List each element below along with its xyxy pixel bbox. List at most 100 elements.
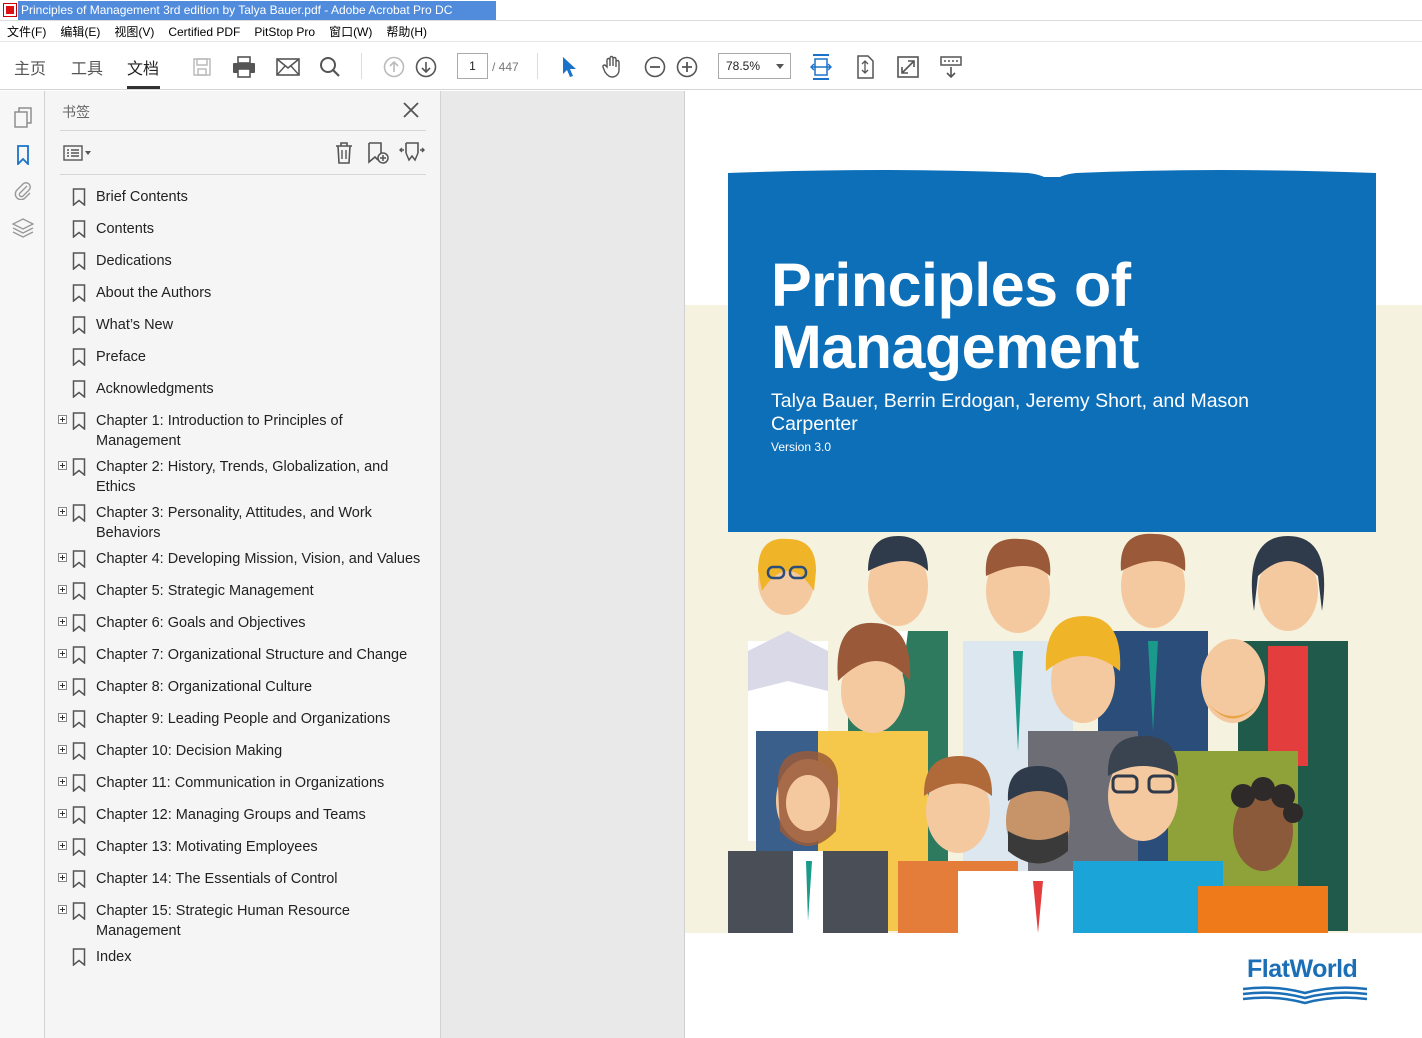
zoom-out-icon[interactable]	[641, 53, 669, 81]
bookmark-item[interactable]: What’s New	[45, 314, 441, 346]
page-number-input[interactable]: 1	[457, 53, 488, 79]
bookmark-label: Chapter 7: Organizational Structure and …	[96, 647, 408, 663]
bookmark-label: Chapter 3: Personality, Attitudes, and W…	[96, 505, 372, 541]
print-icon[interactable]	[230, 53, 258, 81]
bookmark-icon	[72, 550, 86, 568]
bookmark-label: What’s New	[96, 317, 174, 333]
delete-bookmark-icon[interactable]	[331, 140, 357, 166]
panel-divider	[60, 130, 426, 131]
expand-plus-icon[interactable]	[58, 777, 67, 786]
bookmark-label: Chapter 9: Leading People and Organizati…	[96, 711, 391, 727]
bookmark-label: Chapter 11: Communication in Organizatio…	[96, 775, 385, 791]
layers-icon[interactable]	[11, 216, 35, 240]
expand-plus-icon[interactable]	[58, 841, 67, 850]
bookmark-item[interactable]: Chapter 4: Developing Mission, Vision, a…	[45, 548, 441, 580]
full-screen-icon[interactable]	[894, 53, 922, 81]
select-cursor-icon[interactable]	[555, 53, 583, 81]
menu-pitstop-pro[interactable]: PitStop Pro	[247, 25, 322, 39]
menu-file[interactable]: 文件(F)	[0, 23, 53, 40]
bookmark-item[interactable]: Chapter 3: Personality, Attitudes, and W…	[45, 502, 441, 548]
bookmark-icon	[72, 806, 86, 824]
expand-bookmark-icon[interactable]	[399, 140, 425, 166]
bookmark-icon	[72, 316, 86, 334]
bookmark-label: Chapter 10: Decision Making	[96, 743, 283, 759]
bookmark-label: Chapter 12: Managing Groups and Teams	[96, 807, 366, 823]
page-thumbnails-icon[interactable]	[11, 106, 35, 130]
menu-view[interactable]: 视图(V)	[107, 23, 161, 40]
menu-help[interactable]: 帮助(H)	[379, 23, 434, 40]
bookmark-item[interactable]: Index	[45, 946, 441, 978]
new-bookmark-icon[interactable]	[365, 140, 391, 166]
expand-plus-icon[interactable]	[58, 415, 67, 424]
cover-title: Principles of Management	[771, 251, 1139, 381]
expand-plus-icon[interactable]	[58, 507, 67, 516]
fit-page-icon[interactable]	[851, 53, 879, 81]
bookmark-item[interactable]: Chapter 8: Organizational Culture	[45, 676, 441, 708]
bookmark-item[interactable]: Preface	[45, 346, 441, 378]
bookmark-item[interactable]: Chapter 5: Strategic Management	[45, 580, 441, 612]
bookmark-icon	[72, 188, 86, 206]
bookmark-item[interactable]: Chapter 15: Strategic Human Resource Man…	[45, 900, 441, 946]
expand-plus-icon[interactable]	[58, 553, 67, 562]
window-title: Principles of Management 3rd edition by …	[21, 3, 453, 17]
bookmark-panel-icon[interactable]	[11, 143, 35, 167]
bookmark-item[interactable]: About the Authors	[45, 282, 441, 314]
panel-divider	[60, 174, 426, 175]
hand-tool-icon[interactable]	[598, 53, 626, 81]
expand-plus-icon[interactable]	[58, 585, 67, 594]
bookmark-icon	[72, 614, 86, 632]
search-icon[interactable]	[316, 53, 344, 81]
document-viewer[interactable]: Principles of Management Talya Bauer, Be…	[441, 91, 1422, 1038]
bookmark-item[interactable]: Chapter 13: Motivating Employees	[45, 836, 441, 868]
bookmark-item[interactable]: Chapter 9: Leading People and Organizati…	[45, 708, 441, 740]
bookmark-item[interactable]: Brief Contents	[45, 186, 441, 218]
tab-tools[interactable]: 工具	[71, 55, 103, 79]
expand-plus-icon[interactable]	[58, 713, 67, 722]
attachment-icon[interactable]	[11, 178, 35, 202]
expand-plus-icon[interactable]	[58, 681, 67, 690]
expand-plus-icon[interactable]	[58, 649, 67, 658]
bookmark-item[interactable]: Chapter 14: The Essentials of Control	[45, 868, 441, 900]
expand-plus-icon[interactable]	[58, 809, 67, 818]
menu-certified-pdf[interactable]: Certified PDF	[161, 25, 247, 39]
cover-illustration	[728, 533, 1348, 933]
bookmark-item[interactable]: Chapter 10: Decision Making	[45, 740, 441, 772]
zoom-in-icon[interactable]	[673, 53, 701, 81]
save-icon[interactable]	[188, 53, 216, 81]
bookmark-label: Preface	[96, 349, 146, 365]
bookmark-item[interactable]: Chapter 12: Managing Groups and Teams	[45, 804, 441, 836]
next-page-icon[interactable]	[412, 53, 440, 81]
bookmark-icon	[72, 678, 86, 696]
email-icon[interactable]	[274, 53, 302, 81]
scroll-mode-icon[interactable]	[937, 53, 965, 81]
page-total: / 447	[492, 60, 519, 74]
active-tab-indicator	[127, 86, 160, 89]
close-icon[interactable]	[401, 100, 421, 120]
pdf-page: Principles of Management Talya Bauer, Be…	[684, 91, 1422, 1038]
tab-document[interactable]: 文档	[127, 55, 159, 79]
expand-plus-icon[interactable]	[58, 873, 67, 882]
bookmark-item[interactable]: Acknowledgments	[45, 378, 441, 410]
bookmark-options-icon[interactable]	[63, 143, 95, 163]
menu-edit[interactable]: 编辑(E)	[53, 23, 107, 40]
menu-window[interactable]: 窗口(W)	[322, 23, 379, 40]
zoom-level-select[interactable]: 78.5%	[718, 53, 791, 79]
bookmark-item[interactable]: Dedications	[45, 250, 441, 282]
bookmark-item[interactable]: Chapter 11: Communication in Organizatio…	[45, 772, 441, 804]
bookmark-item[interactable]: Contents	[45, 218, 441, 250]
bookmark-icon	[72, 284, 86, 302]
bookmark-item[interactable]: Chapter 1: Introduction to Principles of…	[45, 410, 441, 456]
previous-page-icon[interactable]	[380, 53, 408, 81]
fit-width-icon[interactable]	[807, 53, 835, 81]
bookmark-item[interactable]: Chapter 7: Organizational Structure and …	[45, 644, 441, 676]
bookmark-icon	[72, 838, 86, 856]
bookmark-icon	[72, 458, 86, 476]
expand-plus-icon[interactable]	[58, 617, 67, 626]
bookmark-item[interactable]: Chapter 6: Goals and Objectives	[45, 612, 441, 644]
expand-plus-icon[interactable]	[58, 461, 67, 470]
expand-plus-icon[interactable]	[58, 905, 67, 914]
bookmark-label: Index	[96, 949, 132, 965]
bookmark-item[interactable]: Chapter 2: History, Trends, Globalizatio…	[45, 456, 441, 502]
tab-home[interactable]: 主页	[14, 55, 46, 79]
expand-plus-icon[interactable]	[58, 745, 67, 754]
